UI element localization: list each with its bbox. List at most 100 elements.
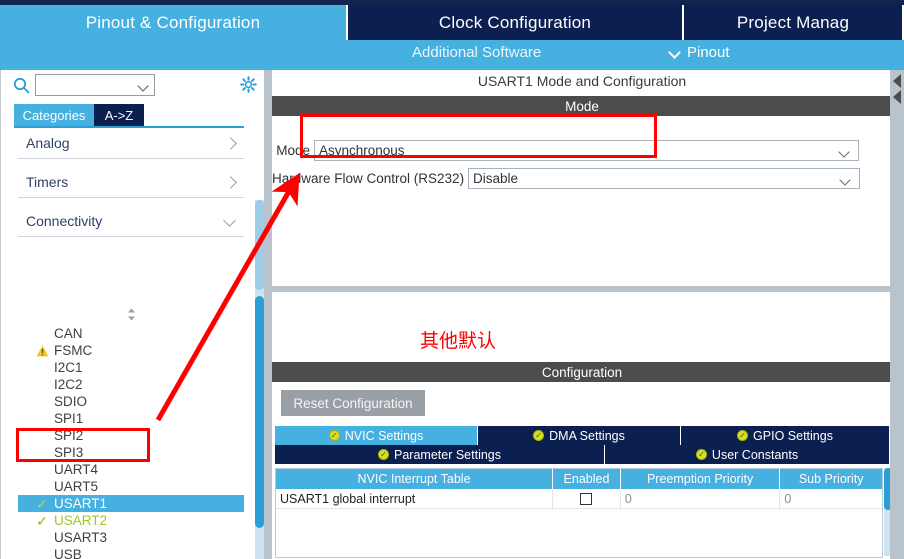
peripheral-spi1[interactable]: SPI1 [18,410,244,427]
peripheral-label: SPI2 [54,428,84,443]
warning-icon [34,343,50,358]
tab-gpio-settings[interactable]: ✓ GPIO Settings [681,426,889,445]
status-icon [34,360,50,375]
field-label: Hardware Flow Control (RS232) [272,171,465,186]
pinout-label: Pinout [687,44,730,61]
additional-software-button[interactable]: Additional Software [412,44,541,61]
check-icon: ✓ [36,495,48,512]
peripheral-usb[interactable]: USB [18,546,244,559]
tab-label: User Constants [711,447,799,462]
peripheral-fsmc[interactable]: FSMC [18,342,244,359]
table-row[interactable]: USART1 global interrupt 0 0 [276,489,882,509]
tab-label: Parameter Settings [394,447,501,462]
tab-clock-configuration[interactable]: Clock Configuration [348,5,684,40]
mode-select[interactable]: Asynchronous [314,140,859,161]
preemption-priority-cell[interactable]: 0 [621,489,781,508]
peripheral-usart3[interactable]: USART3 [18,529,244,546]
category-connectivity[interactable]: Connectivity [18,206,244,237]
tab-parameter-settings[interactable]: ✓ Parameter Settings [275,445,605,464]
category-timers[interactable]: Timers [18,167,244,198]
peripheral-label: I2C1 [54,360,83,375]
tab-project-manager[interactable]: Project Manag [684,5,904,40]
peripheral-uart5[interactable]: UART5 [18,478,244,495]
search-icon [13,77,30,94]
peripheral-sidebar: Categories A->Z Analog Timers Connectivi… [0,70,264,559]
enabled-checkbox[interactable] [580,492,593,505]
peripheral-label: USART1 [54,496,108,511]
tab-nvic-settings[interactable]: ✓ NVIC Settings [275,426,478,445]
peripheral-can[interactable]: CAN [18,325,244,342]
mode-section-body: Mode Asynchronous Hardware Flow Control … [272,116,892,362]
configuration-section-header: Configuration [272,362,892,382]
hardware-flow-control-value: Disable [473,171,519,186]
additional-software-label: Additional Software [412,44,542,61]
up-down-arrows-icon[interactable] [125,308,138,321]
category-analog[interactable]: Analog [18,128,244,159]
chevron-down-icon [670,48,681,55]
tab-pinout-and-configuration[interactable]: Pinout & Configuration [0,5,348,40]
peripheral-spi2[interactable]: SPI2 [18,427,244,444]
check-badge-icon: ✓ [378,449,389,460]
app-window: Pinout & Configuration Clock Configurati… [0,0,904,559]
peripheral-label: FSMC [54,343,93,358]
config-tab-row-2: ✓ Parameter Settings ✓ User Constants [275,445,889,464]
horizontal-splitter[interactable] [272,286,904,292]
peripheral-label: USART3 [54,530,108,545]
check-badge-icon: ✓ [328,430,340,441]
tab-categories[interactable]: Categories [14,104,94,126]
sidebar-scrollbar-thumb-upper[interactable] [255,200,264,290]
peripheral-i2c1[interactable]: I2C1 [18,359,244,376]
reset-configuration-button[interactable]: Reset Configuration [281,390,425,416]
annotation-note-text: 其他默认 [420,330,497,352]
gear-icon[interactable] [240,76,257,93]
double-chevron-right-icon [893,74,901,88]
mode-section-label: Mode [565,98,599,114]
peripheral-uart4[interactable]: UART4 [18,461,244,478]
sidebar-left-border [0,70,1,559]
hardware-flow-control-select[interactable]: Disable [468,168,860,189]
panel-splitter[interactable] [264,70,272,559]
collapse-panel-button[interactable] [891,74,903,114]
check-badge-icon: ✓ [695,449,707,460]
peripheral-usart1[interactable]: ✓ USART1 [18,495,244,512]
sub-tool-bar: Additional Software Pinout [0,40,904,70]
category-label: Connectivity [26,213,103,229]
status-icon [34,462,50,477]
status-icon [34,479,50,494]
sidebar-scrollbar-thumb[interactable] [255,296,264,528]
reset-configuration-label: Reset Configuration [293,395,413,411]
status-icon [34,411,50,426]
tab-user-constants[interactable]: ✓ User Constants [605,445,889,464]
status-icon [34,377,50,392]
tab-label: Project Manag [736,12,850,32]
status-icon [34,428,50,443]
search-input[interactable] [35,74,155,96]
config-tab-row-1: ✓ NVIC Settings ✓ DMA Settings ✓ GPIO Se… [275,426,889,445]
tab-dma-settings[interactable]: ✓ DMA Settings [478,426,681,445]
tab-label: DMA Settings [549,428,625,443]
peripheral-i2c2[interactable]: I2C2 [18,376,244,393]
check-badge-icon: ✓ [737,430,749,441]
main-tab-bar: Pinout & Configuration Clock Configurati… [0,5,904,40]
chevron-down-icon [839,148,850,155]
column-header-enabled[interactable]: Enabled [553,469,621,489]
column-header-preemption-priority[interactable]: Preemption Priority [620,469,781,489]
peripheral-usart2[interactable]: ✓ USART2 [18,512,244,529]
chevron-down-icon [840,176,851,183]
status-icon [34,394,50,409]
sidebar-view-tabs: Categories A->Z [0,104,258,126]
configuration-section-label: Configuration [541,364,623,380]
peripheral-sdio[interactable]: SDIO [18,393,244,410]
tab-a-to-z[interactable]: A->Z [94,104,144,126]
column-header-sub-priority[interactable]: Sub Priority [780,469,882,489]
pinout-dropdown[interactable]: Pinout [670,44,730,61]
tab-label: GPIO Settings [753,428,833,443]
sub-priority-cell[interactable]: 0 [780,489,882,508]
peripheral-spi3[interactable]: SPI3 [18,444,244,461]
mode-select-value: Asynchronous [319,143,405,158]
table-header-row: NVIC Interrupt Table Enabled Preemption … [276,469,882,489]
peripheral-label: CAN [54,326,83,341]
page-title: USART1 Mode and Configuration [272,70,892,92]
column-header-nvic-interrupt-table[interactable]: NVIC Interrupt Table [276,469,554,489]
interrupt-name: USART1 global interrupt [276,489,554,508]
